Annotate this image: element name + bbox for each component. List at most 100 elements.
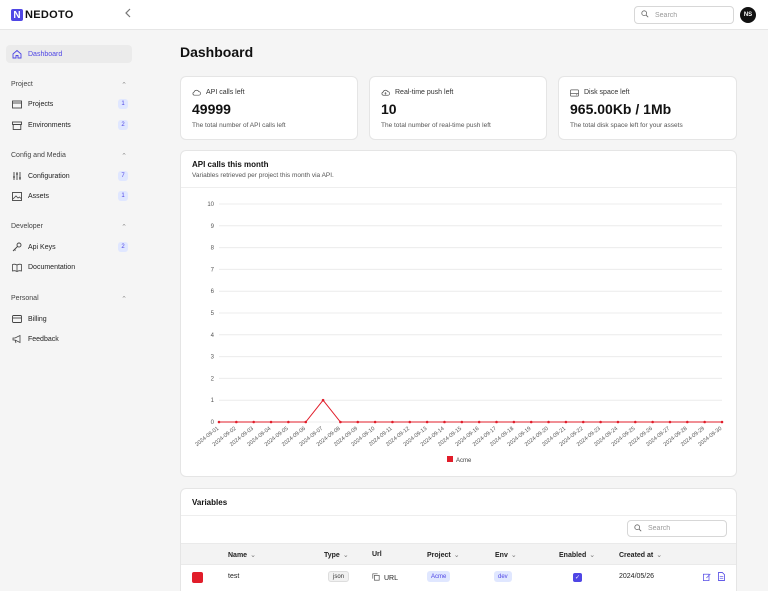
image-icon xyxy=(11,191,22,202)
home-icon xyxy=(11,49,22,60)
url-link[interactable]: URL xyxy=(372,573,398,583)
enabled-checkbox[interactable]: ✓ xyxy=(573,573,582,582)
chevron-up-icon: ⌃ xyxy=(121,82,127,89)
sidebar: Dashboard Project ⌃ Projects 1 Environme… xyxy=(0,31,140,591)
table-header: Name ⌄ Type ⌄ Url Project ⌄ Env ⌄ Enabled ⌄ C… xyxy=(181,543,736,565)
column-header-enabled[interactable]: Enabled ⌄ xyxy=(559,551,595,559)
top-bar: N NEDOTO NS xyxy=(0,0,768,30)
sidebar-item-documentation[interactable]: Documentation xyxy=(6,258,132,276)
data-point xyxy=(321,398,325,402)
y-tick-label: 1 xyxy=(211,398,215,404)
sidebar-item-assets[interactable]: Assets 1 xyxy=(6,187,132,205)
sidebar-item-dashboard[interactable]: Dashboard xyxy=(6,45,132,63)
sidebar-item-feedback[interactable]: Feedback xyxy=(6,330,132,348)
data-point xyxy=(391,420,394,424)
data-point xyxy=(339,420,342,424)
book-icon xyxy=(11,262,22,273)
column-label: Url xyxy=(372,551,382,558)
chevron-down-icon: ⌄ xyxy=(510,552,517,559)
section-title: Developer xyxy=(11,223,43,230)
series-line-acme xyxy=(219,399,722,423)
stat-card-disk-space: Disk space left 965.00Kb / 1Mb The total… xyxy=(558,76,737,140)
data-point xyxy=(408,420,412,424)
data-point xyxy=(356,420,360,424)
data-point xyxy=(287,420,290,424)
logo-mark: N xyxy=(11,9,23,21)
column-label: Env xyxy=(495,552,508,559)
megaphone-icon xyxy=(11,334,22,345)
section-personal[interactable]: Personal ⌃ xyxy=(11,295,127,303)
data-point xyxy=(529,420,533,424)
logo[interactable]: N NEDOTO xyxy=(11,8,74,22)
variable-color-swatch xyxy=(192,572,203,583)
sidebar-item-projects[interactable]: Projects 1 xyxy=(6,95,132,113)
chevron-down-icon: ⌄ xyxy=(656,552,663,559)
count-badge: 1 xyxy=(118,191,128,201)
y-tick-label: 9 xyxy=(211,224,215,230)
variables-title: Variables xyxy=(192,498,228,507)
section-config-media[interactable]: Config and Media ⌃ xyxy=(11,152,127,160)
data-point xyxy=(495,420,498,424)
column-header-created[interactable]: Created at ⌄ xyxy=(619,551,662,559)
count-badge: 2 xyxy=(118,120,128,130)
column-header-type[interactable]: Type ⌄ xyxy=(324,551,349,559)
variables-search[interactable] xyxy=(627,520,727,537)
data-point xyxy=(581,420,585,424)
column-label: Name xyxy=(228,552,248,559)
data-point xyxy=(703,420,706,424)
cloud-icon xyxy=(192,88,201,97)
stat-label-row: API calls left xyxy=(192,88,245,97)
stat-label: Disk space left xyxy=(584,89,630,96)
data-point xyxy=(477,420,481,424)
column-header-name[interactable]: Name ⌄ xyxy=(228,551,256,559)
column-label: Created at xyxy=(619,552,654,559)
project-badge: Acme xyxy=(427,571,451,582)
edit-icon[interactable] xyxy=(702,572,711,581)
data-point xyxy=(252,420,255,424)
data-point xyxy=(269,420,273,424)
created-date: 2024/05/26 xyxy=(619,573,655,580)
y-tick-label: 10 xyxy=(207,202,214,208)
legend-label-acme: Acme xyxy=(456,458,472,464)
section-developer[interactable]: Developer ⌃ xyxy=(11,223,127,231)
header-search-input[interactable] xyxy=(655,11,725,19)
section-project[interactable]: Project ⌃ xyxy=(11,81,127,89)
variable-name[interactable]: test xyxy=(228,573,239,580)
chevron-down-icon: ⌄ xyxy=(250,552,256,559)
count-badge: 1 xyxy=(118,99,128,109)
sidebar-item-environments[interactable]: Environments 2 xyxy=(6,116,132,134)
data-point xyxy=(443,420,446,424)
stat-label-row: Real-time push left xyxy=(381,88,453,97)
sidebar-item-api-keys[interactable]: Api Keys 2 xyxy=(6,238,132,256)
sidebar-item-label: Feedback xyxy=(28,335,59,343)
column-header-project[interactable]: Project ⌄ xyxy=(427,551,460,559)
stat-value: 10 xyxy=(381,101,397,117)
cloud-upload-icon xyxy=(381,88,390,97)
data-point xyxy=(651,420,654,424)
chevron-down-icon: ⌄ xyxy=(342,552,349,559)
data-point xyxy=(425,420,429,424)
sidebar-item-label: Projects xyxy=(28,100,54,108)
collapse-sidebar-icon[interactable] xyxy=(124,8,132,21)
column-label: Project xyxy=(427,552,451,559)
sidebar-item-billing[interactable]: Billing xyxy=(6,310,132,328)
section-title: Config and Media xyxy=(11,152,66,159)
data-point xyxy=(373,420,377,424)
count-badge: 2 xyxy=(118,242,128,252)
copy-icon xyxy=(372,573,380,583)
data-point xyxy=(217,420,221,424)
stat-label: Real-time push left xyxy=(395,89,454,96)
sidebar-item-label: Dashboard xyxy=(28,50,63,58)
user-avatar[interactable]: NS xyxy=(740,7,756,23)
chevron-down-icon: ⌄ xyxy=(589,552,596,559)
column-header-env[interactable]: Env ⌄ xyxy=(495,551,517,559)
document-icon[interactable] xyxy=(717,572,726,581)
column-label: Enabled xyxy=(559,552,587,559)
header-search[interactable] xyxy=(634,6,734,24)
sidebar-item-configuration[interactable]: Configuration 7 xyxy=(6,167,132,185)
variables-search-input[interactable] xyxy=(648,525,718,532)
y-tick-label: 8 xyxy=(211,246,215,252)
stat-card-api-calls: API calls left 49999 The total number of… xyxy=(180,76,358,140)
logo-text: NEDOTO xyxy=(25,9,74,21)
url-label: URL xyxy=(384,574,399,582)
